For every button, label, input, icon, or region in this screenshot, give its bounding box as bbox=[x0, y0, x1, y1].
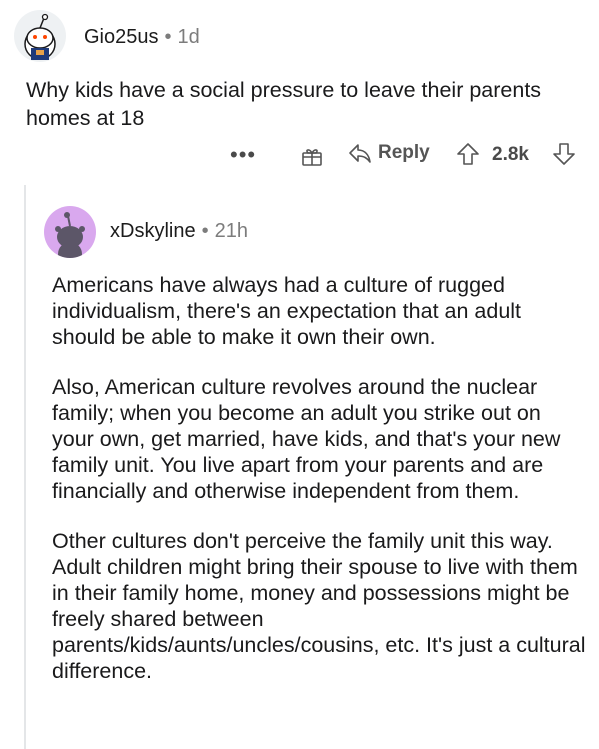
reply-button[interactable]: Reply bbox=[348, 142, 430, 164]
upvote-arrow-icon bbox=[457, 143, 479, 165]
author-username[interactable]: Gio25us bbox=[84, 26, 159, 48]
comment-author-line: xDskyline • 21h bbox=[110, 220, 248, 243]
thread-line[interactable] bbox=[24, 185, 26, 749]
avatar[interactable] bbox=[14, 10, 66, 62]
reply-label: Reply bbox=[378, 142, 430, 163]
separator-dot: • bbox=[201, 220, 209, 242]
comment-paragraph: Americans have always had a culture of r… bbox=[52, 273, 522, 349]
comment-paragraph: Other cultures don't perceive the family… bbox=[52, 529, 586, 683]
award-button[interactable] bbox=[300, 144, 324, 174]
avatar[interactable] bbox=[44, 206, 96, 258]
comment-paragraph: Also, American culture revolves around t… bbox=[52, 375, 561, 503]
gift-icon bbox=[302, 149, 322, 166]
author-username[interactable]: xDskyline bbox=[110, 220, 196, 242]
more-options-button[interactable]: ••• bbox=[230, 142, 256, 168]
comment-age: 1d bbox=[177, 26, 200, 48]
snoo-avatar-icon bbox=[55, 212, 85, 258]
comment-age: 21h bbox=[214, 220, 248, 242]
comment-body: Americans have always had a culture of r… bbox=[52, 272, 587, 708]
vote-score: 2.8k bbox=[492, 144, 529, 165]
comment-actions: ••• Reply 2.8k bbox=[230, 140, 590, 170]
separator-dot: • bbox=[164, 26, 172, 48]
downvote-button[interactable] bbox=[552, 142, 576, 172]
reply-arrow-icon bbox=[349, 144, 371, 163]
comment-body: Why kids have a social pressure to leave… bbox=[26, 78, 542, 130]
snoo-avatar-icon bbox=[24, 13, 56, 60]
comment-author-line: Gio25us • 1d bbox=[84, 26, 200, 49]
upvote-button[interactable] bbox=[456, 142, 480, 172]
downvote-arrow-icon bbox=[553, 143, 575, 165]
